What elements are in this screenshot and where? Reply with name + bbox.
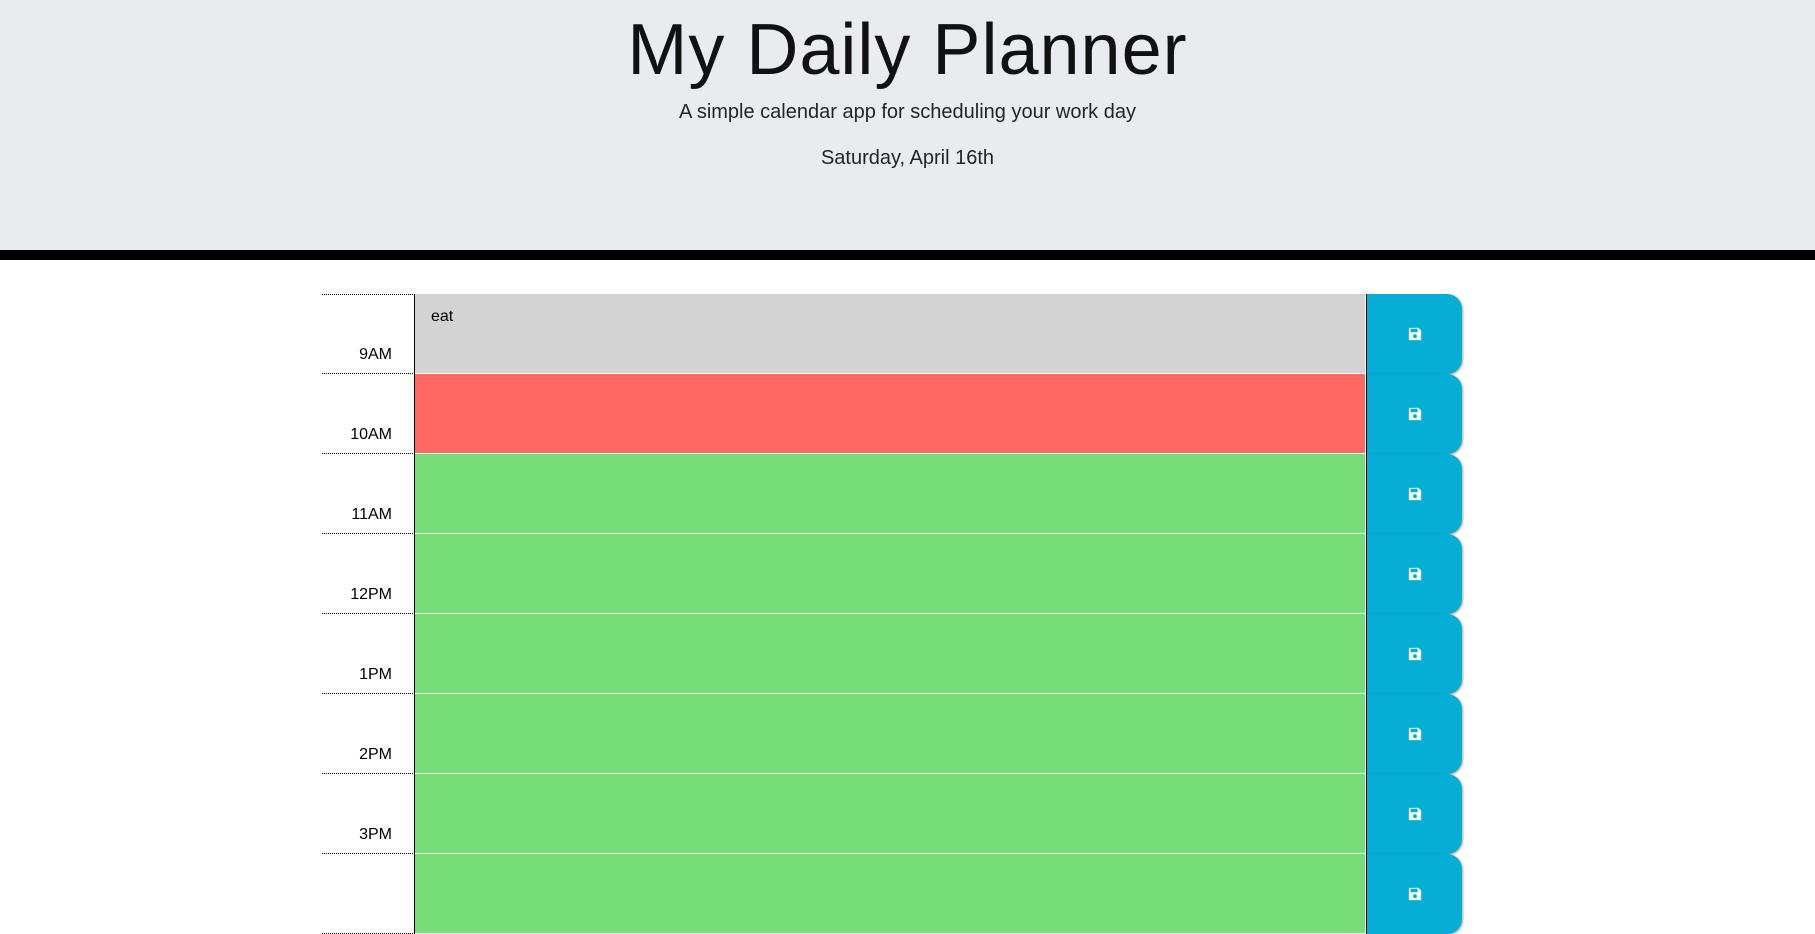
page-title: My Daily Planner bbox=[627, 10, 1188, 90]
save-icon bbox=[1408, 887, 1421, 901]
time-block: 12PM bbox=[322, 534, 1462, 614]
hour-cell: 12PM bbox=[322, 534, 415, 614]
save-button[interactable] bbox=[1366, 854, 1462, 934]
hour-cell: 11AM bbox=[322, 454, 415, 534]
save-icon bbox=[1408, 727, 1421, 741]
save-icon bbox=[1408, 807, 1421, 821]
hour-cell bbox=[322, 854, 415, 934]
hour-label: 2PM bbox=[359, 746, 392, 763]
event-description-input[interactable] bbox=[415, 694, 1365, 774]
hour-label: 10AM bbox=[350, 426, 392, 443]
save-icon bbox=[1408, 487, 1421, 501]
hour-label: 11AM bbox=[351, 506, 392, 523]
time-block: 2PM bbox=[322, 694, 1462, 774]
time-block: 10AM bbox=[322, 374, 1462, 454]
current-day: Saturday, April 16th bbox=[820, 147, 995, 169]
hour-cell: 9AM bbox=[322, 294, 415, 374]
event-description-input[interactable] bbox=[415, 374, 1365, 454]
hour-label: 12PM bbox=[350, 586, 392, 603]
page-subtitle: A simple calendar app for scheduling you… bbox=[679, 101, 1136, 123]
save-button[interactable] bbox=[1366, 534, 1462, 614]
hour-cell: 2PM bbox=[322, 694, 415, 774]
time-block: 3PM bbox=[322, 774, 1462, 854]
time-block: 11AM bbox=[322, 454, 1462, 534]
event-description-input[interactable] bbox=[415, 534, 1365, 614]
save-icon bbox=[1408, 647, 1421, 661]
event-description-input[interactable] bbox=[415, 454, 1365, 534]
event-description-input[interactable] bbox=[415, 774, 1365, 854]
time-block bbox=[322, 854, 1462, 934]
time-block: 1PM bbox=[322, 614, 1462, 694]
hour-cell: 10AM bbox=[322, 374, 415, 454]
event-description-input[interactable]: eat bbox=[415, 294, 1365, 374]
hour-label: 3PM bbox=[359, 826, 392, 843]
save-button[interactable] bbox=[1366, 774, 1462, 854]
event-description-input[interactable] bbox=[415, 614, 1365, 694]
save-icon bbox=[1408, 407, 1421, 421]
hour-label: 9AM bbox=[359, 346, 392, 363]
header: My Daily Planner A simple calendar app f… bbox=[0, 0, 1815, 260]
hour-cell: 3PM bbox=[322, 774, 415, 854]
save-button[interactable] bbox=[1366, 694, 1462, 774]
save-button[interactable] bbox=[1366, 454, 1462, 534]
hour-label: 1PM bbox=[359, 666, 392, 683]
planner-container: 9AM eat 10AM 11AM 12PM 1PM 2PM 3PM bbox=[322, 294, 1462, 934]
event-description-input[interactable] bbox=[415, 854, 1365, 934]
hour-cell: 1PM bbox=[322, 614, 415, 694]
save-icon bbox=[1408, 327, 1421, 341]
time-block: 9AM eat bbox=[322, 294, 1462, 374]
save-button[interactable] bbox=[1366, 374, 1462, 454]
save-button[interactable] bbox=[1366, 294, 1462, 374]
save-button[interactable] bbox=[1366, 614, 1462, 694]
save-icon bbox=[1408, 567, 1421, 581]
